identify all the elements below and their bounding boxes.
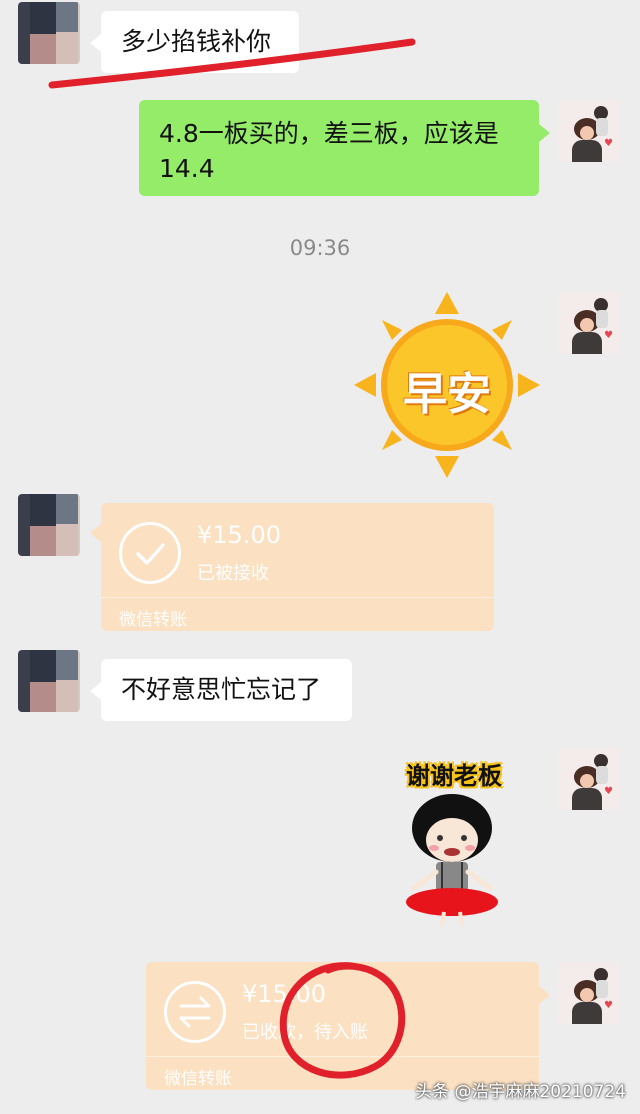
timestamp: 09:36: [289, 236, 351, 260]
transfer-card-received[interactable]: ¥15.00 已被接收 微信转账: [101, 503, 494, 631]
transfer-footer: 微信转账: [119, 610, 187, 630]
my-avatar[interactable]: ♥: [558, 292, 620, 354]
transfer-status: 已被接收: [197, 563, 269, 584]
contact-avatar[interactable]: [18, 650, 80, 712]
red-circle-annotation: [279, 962, 406, 1079]
red-underline-annotation: [48, 38, 416, 89]
message-bubble[interactable]: 不好意思忙忘记了: [101, 659, 352, 721]
sticker-text: 早安: [403, 369, 491, 420]
contact-avatar[interactable]: [18, 494, 80, 556]
check-circle-icon: [119, 522, 181, 584]
cartoon-character-icon: [406, 794, 498, 927]
my-avatar[interactable]: ♥: [558, 962, 620, 1024]
transfer-footer: 微信转账: [164, 1069, 232, 1089]
transfer-arrows-icon: [164, 981, 226, 1043]
bubble-tail: [539, 124, 550, 142]
message-text: 不好意思忙忘记了: [121, 675, 322, 704]
message-text: 4.8一板买的，差三板，应该是14.4: [159, 119, 499, 183]
good-morning-sticker[interactable]: 早安: [352, 290, 542, 480]
bubble-tail: [90, 682, 101, 700]
divider: [101, 597, 494, 598]
bubble-tail: [539, 986, 550, 1004]
my-avatar[interactable]: ♥: [558, 748, 620, 810]
bubble-tail: [90, 524, 101, 542]
thanks-boss-sticker[interactable]: 谢谢老板: [384, 756, 524, 932]
sticker-text: 谢谢老板: [406, 762, 502, 790]
watermark: 头条 @浩宇麻麻20210724: [415, 1082, 626, 1102]
my-avatar[interactable]: ♥: [558, 100, 620, 162]
message-bubble[interactable]: 4.8一板买的，差三板，应该是14.4: [139, 100, 539, 196]
transfer-amount: ¥15.00: [197, 521, 281, 549]
